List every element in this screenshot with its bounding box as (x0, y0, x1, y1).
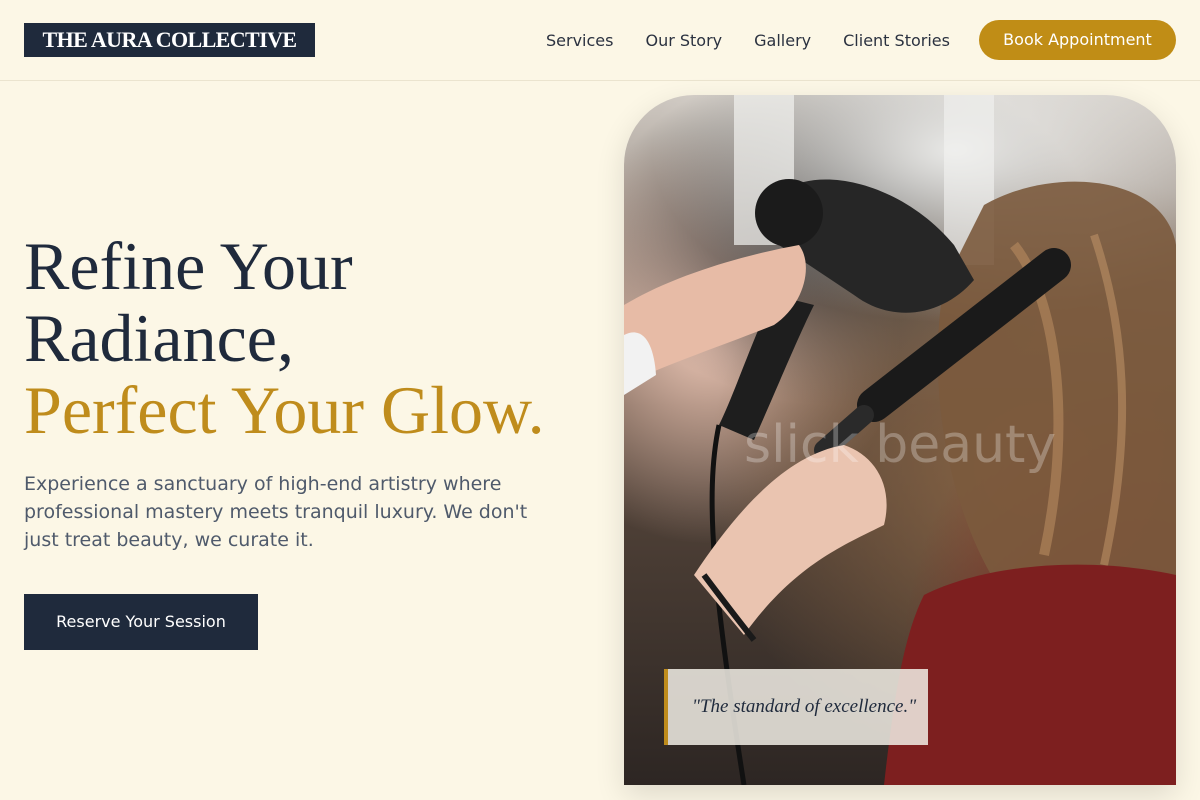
testimonial-quote: "The standard of excellence." (664, 669, 928, 745)
nav-link-gallery[interactable]: Gallery (754, 31, 811, 50)
image-watermark: slick beauty (744, 415, 1057, 475)
hero-title-line-2: Radiance, (24, 300, 294, 376)
reserve-session-button[interactable]: Reserve Your Session (24, 594, 258, 650)
hero-description: Experience a sanctuary of high-end artis… (24, 473, 528, 551)
hero-salon-image: slick beauty "The standard of excellence… (624, 95, 1176, 785)
brand-logo[interactable]: THE AURA COLLECTIVE (24, 23, 315, 57)
nav-link-services[interactable]: Services (546, 31, 613, 50)
book-appointment-button[interactable]: Book Appointment (979, 20, 1176, 60)
hero-title-accent: Perfect Your Glow. (24, 372, 545, 448)
nav-link-client-stories[interactable]: Client Stories (843, 31, 950, 50)
main-nav: Services Our Story Gallery Client Storie… (530, 20, 966, 60)
hero-title-line-1: Refine Your (24, 228, 353, 304)
nav-link-our-story[interactable]: Our Story (645, 31, 722, 50)
hero-title: Refine Your Radiance, Perfect Your Glow. (24, 230, 545, 446)
site-header: THE AURA COLLECTIVE Services Our Story G… (0, 0, 1200, 81)
